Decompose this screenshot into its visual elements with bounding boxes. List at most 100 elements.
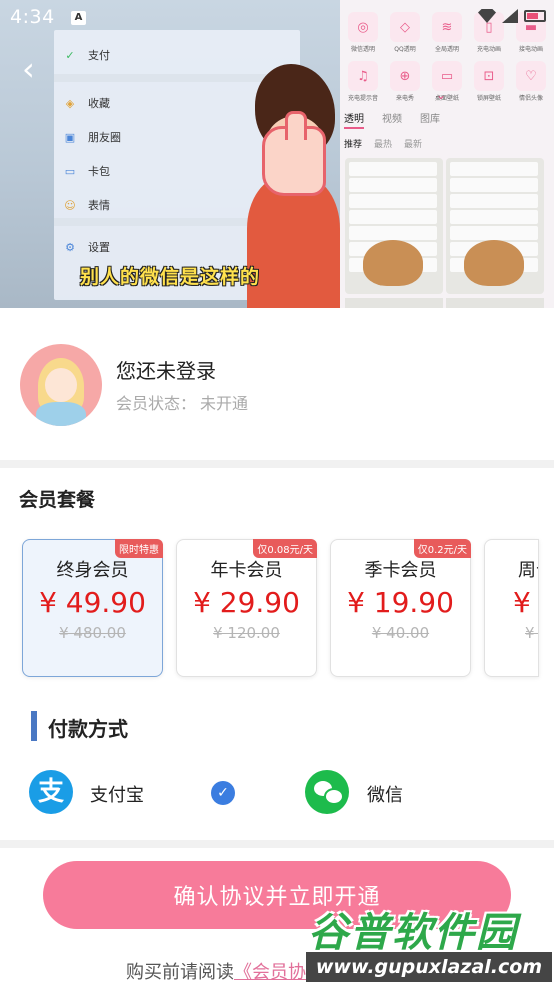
preview-card: [345, 158, 443, 294]
member-status-label: 会员状态：: [116, 394, 197, 413]
grid-label: 接电动画: [518, 46, 543, 53]
menu-label: 收藏: [88, 97, 110, 110]
grid-label: 锁屏壁纸: [476, 95, 501, 102]
package-list[interactable]: 限时特惠 终身会员 ¥ 49.90 ¥ 480.00 仅0.08元/天 年卡会员…: [0, 536, 554, 686]
menu-label: 卡包: [88, 165, 110, 178]
package-name: 终身会员: [56, 560, 129, 581]
grid-item: ♡ 情侣头像: [512, 61, 550, 102]
image-icon: ▣: [64, 130, 76, 144]
agreement-prefix: 购买前请阅读: [126, 962, 234, 983]
thumbs-up-icon: [262, 111, 326, 196]
package-price: ¥ 29.90: [193, 586, 300, 619]
grid-item: ◇ QQ透明: [386, 12, 424, 53]
grid-item: ⊡ 锁屏壁纸: [470, 61, 508, 102]
package-name: 年卡会员: [210, 560, 283, 581]
grid-item: ≋ 全局透明: [428, 12, 466, 53]
package-original-price: ¥ 120.00: [213, 624, 280, 642]
music-icon: ♫: [348, 61, 378, 91]
avatar[interactable]: [20, 344, 102, 426]
video-preview[interactable]: ✓ 支付 ◈ 收藏 ▣ 朋友圈 ▭ 卡包 ☺ 表情 ⚙ 设置 别人的微信是这样的…: [0, 0, 554, 308]
package-card-lifetime[interactable]: 限时特惠 终身会员 ¥ 49.90 ¥ 480.00: [22, 539, 163, 677]
lock-icon: ⊡: [474, 61, 504, 91]
watermark-url: www.gupuxlazal.com: [306, 952, 552, 982]
grid-item: ▭ 桌面壁纸: [428, 61, 466, 102]
preview-subtabs: 推荐 最热 最新: [344, 137, 422, 150]
grid-label: 来电秀: [395, 95, 414, 102]
package-original-price: ¥ 40.00: [371, 624, 430, 642]
status-time: 4:34: [10, 6, 55, 28]
wifi-icon: [478, 9, 496, 23]
cube-icon: ◈: [65, 96, 75, 110]
monitor-icon: ▭: [432, 61, 462, 91]
grid-label: 情侣头像: [518, 95, 543, 102]
alipay-icon[interactable]: 支: [29, 770, 73, 814]
preview-tab: 视频: [382, 114, 402, 125]
package-original-price: ¥ 480.00: [59, 624, 126, 642]
grid-label: 充电提示音: [347, 95, 378, 102]
notification-icon: A: [71, 11, 86, 25]
back-button[interactable]: ‹: [22, 53, 50, 85]
grid-label: QQ透明: [394, 46, 416, 53]
feature-grid-preview: ◎ 微信透明 ◇ QQ透明 ≋ 全局透明 ▯ 充电动画 ▬ 接电动画 ♫ 充电提示音 ⊕ 来电…: [344, 12, 550, 102]
smile-icon: ☺: [64, 198, 76, 212]
grid-item: ♫ 充电提示音: [344, 61, 382, 102]
status-icons: [478, 9, 546, 23]
package-original-price: ¥ 1: [525, 624, 538, 642]
chevron-down-icon: ⌄: [436, 88, 447, 102]
preview-tabs: 透明 视频 图库: [344, 110, 440, 129]
preview-card: [345, 298, 443, 308]
watermark-title: 谷普软件园: [308, 910, 518, 956]
preview-tab: 透明: [344, 110, 364, 129]
wechat-icon: ◎: [348, 12, 378, 42]
member-status: 会员状态： 未开通: [116, 390, 248, 414]
wechat-option-label[interactable]: 微信: [367, 781, 403, 807]
payment-title: 付款方式: [48, 717, 128, 741]
package-name: 季卡会员: [364, 560, 437, 581]
package-card-weekly[interactable]: 周卡会员 ¥ 9 ¥ 1: [484, 539, 539, 677]
preview-subtab: 最新: [404, 140, 423, 150]
plus-circle-icon: ⊕: [390, 61, 420, 91]
grid-label: 微信透明: [350, 46, 375, 53]
video-left-pane: ✓ 支付 ◈ 收藏 ▣ 朋友圈 ▭ 卡包 ☺ 表情 ⚙ 设置 别人的微信是这样的: [0, 0, 340, 308]
video-subtitle: 别人的微信是这样的: [80, 266, 261, 288]
preview-tab: 图库: [420, 114, 440, 125]
cartoon-mouse-image: [363, 240, 423, 286]
menu-label: 支付: [88, 49, 110, 62]
preview-card: [446, 158, 544, 294]
menu-label: 表情: [88, 199, 110, 212]
package-price: ¥ 19.90: [347, 586, 454, 619]
package-price: ¥ 9: [513, 586, 538, 619]
profile-section[interactable]: 您还未登录 会员状态： 未开通: [0, 308, 554, 460]
section-accent-bar: [31, 711, 37, 741]
card-icon: ▭: [64, 164, 76, 178]
menu-label: 朋友圈: [88, 131, 121, 144]
section-divider: [0, 460, 554, 468]
preview-card: [446, 298, 544, 308]
wechat-pay-icon[interactable]: [305, 770, 349, 814]
package-card-quarterly[interactable]: 仅0.2元/天 季卡会员 ¥ 19.90 ¥ 40.00: [330, 539, 471, 677]
qq-icon: ◇: [390, 12, 420, 42]
cartoon-mouse-image: [464, 240, 524, 286]
site-watermark: 谷普软件园 www.gupuxlazal.com: [304, 900, 554, 985]
layers-icon: ≋: [432, 12, 462, 42]
feather-icon: ♡: [516, 61, 546, 91]
grid-item: ◎ 微信透明: [344, 12, 382, 53]
member-status-value: 未开通: [200, 394, 249, 413]
grid-label: 全局透明: [434, 46, 459, 53]
check-icon[interactable]: ✓: [211, 781, 235, 805]
grid-label: 充电动画: [476, 46, 501, 53]
grid-item: ⊕ 来电秀: [386, 61, 424, 102]
preview-subtab: 最热: [374, 140, 393, 150]
signal-icon: [502, 9, 518, 23]
battery-icon: [524, 10, 546, 22]
package-card-yearly[interactable]: 仅0.08元/天 年卡会员 ¥ 29.90 ¥ 120.00: [176, 539, 317, 677]
section-divider: [0, 840, 554, 848]
menu-label: 设置: [88, 241, 110, 254]
login-prompt[interactable]: 您还未登录: [116, 355, 216, 384]
alipay-option-label[interactable]: 支付宝: [90, 781, 144, 807]
package-name: 周卡会员: [518, 560, 538, 581]
preview-subtab: 推荐: [344, 140, 363, 150]
pay-icon: ✓: [65, 48, 75, 62]
package-price: ¥ 49.90: [39, 586, 146, 619]
gear-icon: ⚙: [65, 240, 75, 254]
